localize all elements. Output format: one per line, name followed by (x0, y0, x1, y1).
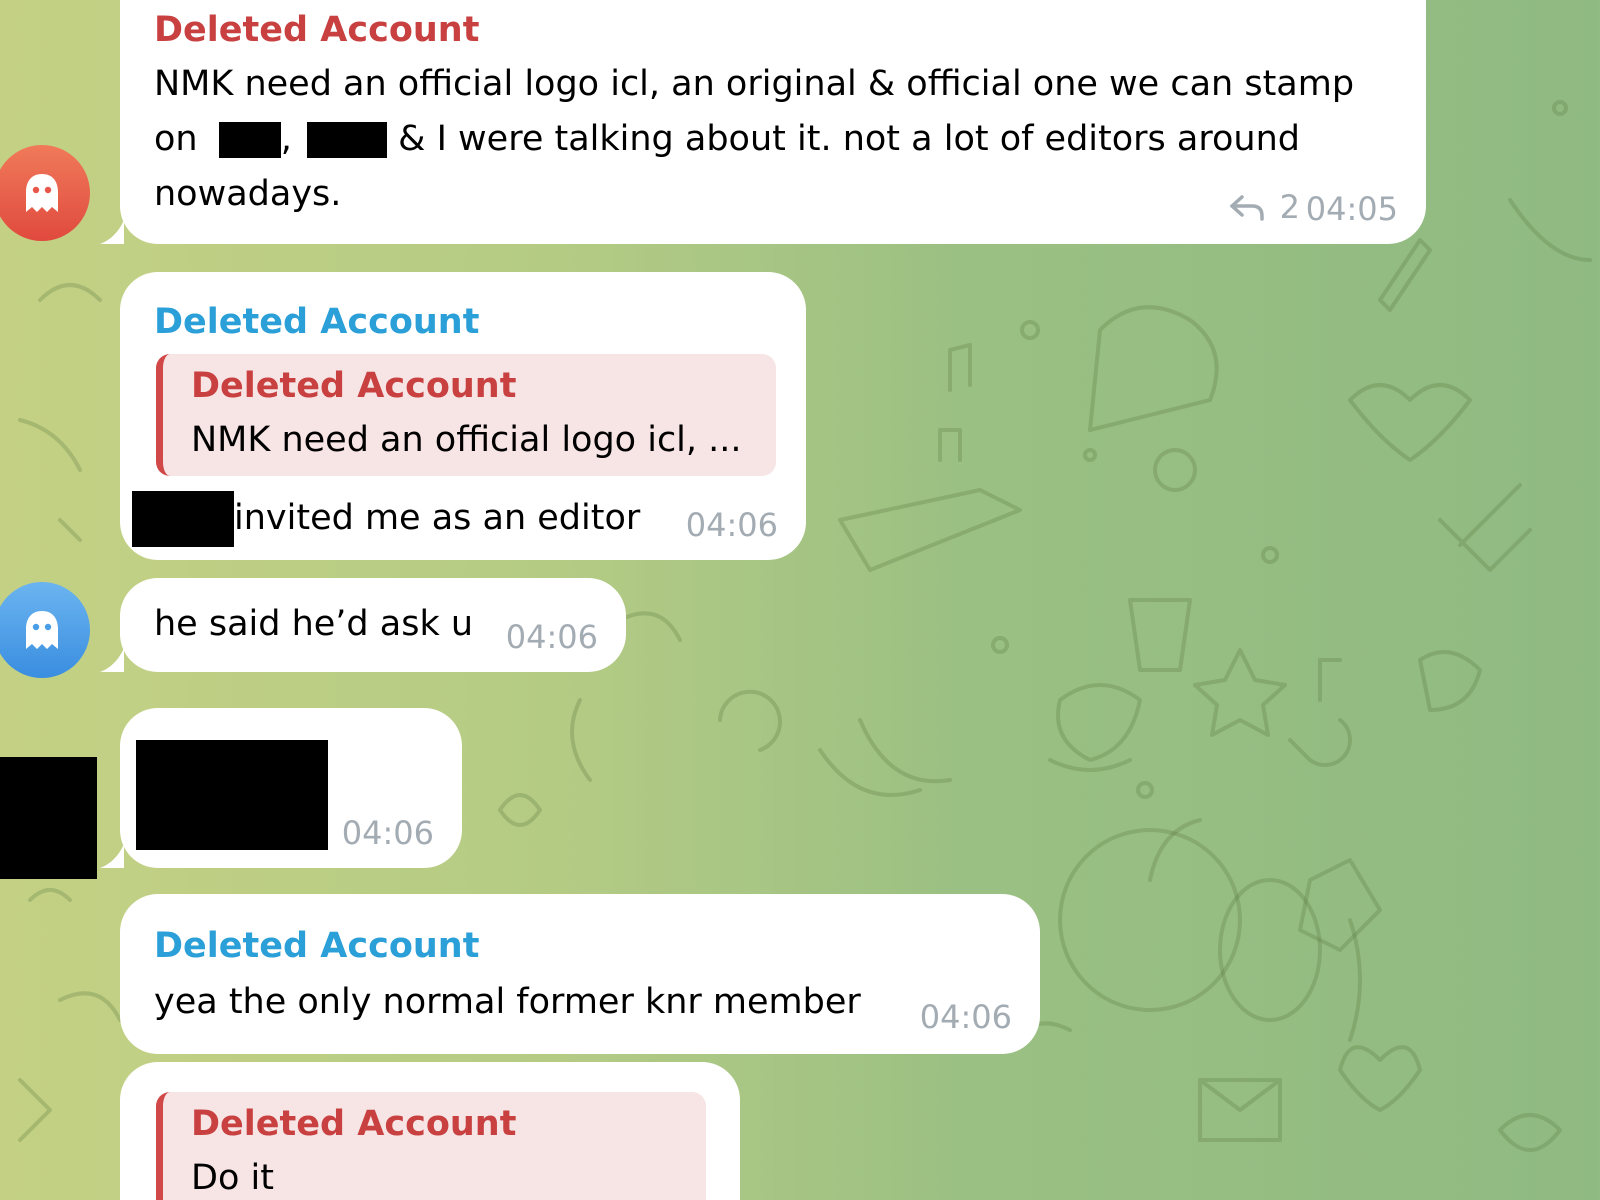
message-time: 04:06 (919, 998, 1012, 1036)
quote-sender: Deleted Account (191, 366, 517, 406)
message-text: yea the only normal former knr member (154, 982, 861, 1022)
message-bubble[interactable]: 04:06 (100, 708, 462, 868)
redaction-block (132, 491, 234, 547)
message-bubble[interactable]: Deleted Account Do it (120, 1062, 740, 1200)
message-bubble[interactable]: Deleted Account yea the only normal form… (120, 894, 1040, 1054)
bubble-tail (100, 220, 124, 244)
message-text-line: invited me as an editor (234, 498, 641, 538)
message-time: 04:06 (505, 618, 598, 656)
avatar[interactable] (0, 145, 90, 241)
message-text: invited me as an editor (132, 490, 640, 547)
redaction-block (307, 122, 388, 158)
message-text-fragment: & I were talking about it. not a lot of … (398, 119, 1300, 159)
sender-name[interactable]: Deleted Account (154, 302, 479, 342)
message-bubble[interactable]: he said he’d ask u 04:06 (100, 578, 626, 672)
replies-count: 2 (1279, 188, 1300, 226)
reply-arrow-icon (1229, 195, 1264, 221)
message-text-fragment: , (280, 119, 292, 159)
bubble-tail (100, 844, 124, 868)
message-time: 04:06 (685, 506, 778, 544)
message-bubble[interactable]: Deleted Account Deleted Account NMK need… (120, 272, 806, 560)
message-time: 04:06 (341, 814, 434, 852)
avatar[interactable] (0, 582, 90, 678)
bubble-tail (100, 648, 124, 672)
quote-text: Do it (191, 1158, 274, 1198)
message-text: NMK need an official logo icl, an origin… (154, 56, 1354, 112)
quote-text: NMK need an official logo icl, ... (191, 420, 742, 460)
message-time: 04:05 (1305, 190, 1398, 228)
message-bubble[interactable]: Deleted Account NMK need an official log… (100, 0, 1426, 244)
message-text: nowadays. (154, 166, 341, 222)
reply-quote[interactable]: Deleted Account Do it (156, 1092, 706, 1200)
message-text-fragment: on (154, 119, 198, 159)
message-text-line: NMK need an official logo icl, an origin… (154, 64, 1355, 104)
message-text: on , & I were talking about it. not a lo… (154, 111, 1300, 167)
redaction-block (136, 740, 328, 850)
ghost-icon (26, 174, 58, 212)
reply-quote[interactable]: Deleted Account NMK need an official log… (156, 354, 776, 476)
ghost-icon (26, 611, 58, 649)
replies-indicator[interactable]: 2 (1228, 188, 1300, 226)
quote-sender: Deleted Account (191, 1104, 517, 1144)
sender-name[interactable]: Deleted Account (154, 10, 479, 50)
redaction-block (218, 122, 281, 158)
message-text: he said he’d ask u (154, 604, 474, 644)
message-text-line: nowadays. (154, 174, 342, 214)
avatar-redacted (0, 757, 97, 879)
sender-name[interactable]: Deleted Account (154, 926, 479, 966)
